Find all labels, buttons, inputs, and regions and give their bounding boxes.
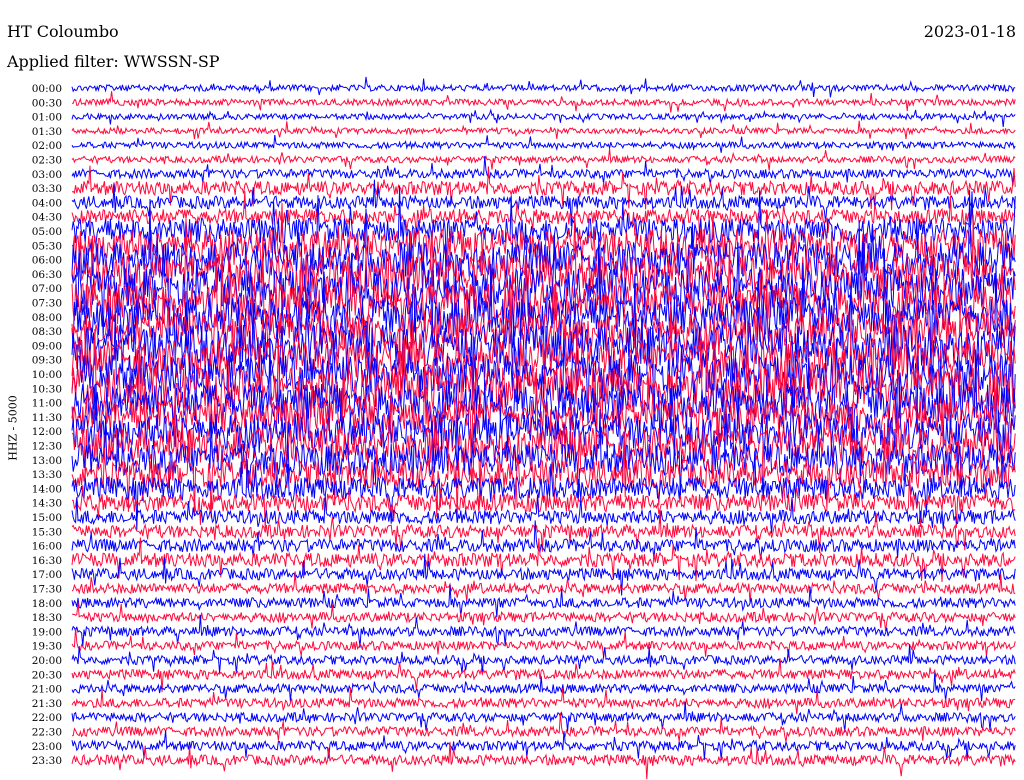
time-label: 12:00 (32, 426, 62, 438)
helicorder-plot: 00:00 00:30 01:00 01:30 02:00 02:30 03:00 03:30… (32, 76, 1016, 780)
time-label: 05:30 (32, 240, 62, 252)
trace-row-2130 (71, 687, 1016, 715)
time-label: 12:30 (32, 441, 62, 453)
trace-row-0000 (71, 76, 1016, 98)
time-label: 16:00 (32, 541, 62, 553)
time-label: 23:30 (32, 755, 62, 767)
time-label: 04:00 (32, 197, 62, 209)
time-label: 09:00 (32, 340, 62, 352)
time-label: 10:30 (32, 383, 62, 395)
trace-row-0100 (71, 108, 1016, 127)
trace-row-0230 (71, 148, 1016, 171)
time-label: 00:30 (32, 97, 62, 109)
time-label: 22:30 (32, 727, 62, 739)
time-label: 14:30 (32, 498, 62, 510)
time-label: 06:30 (32, 269, 62, 281)
time-label: 07:30 (32, 298, 62, 310)
time-label: 21:00 (32, 684, 62, 696)
trace-row-1730 (71, 571, 1016, 604)
time-label: 04:30 (32, 212, 62, 224)
trace-row-0030 (71, 91, 1016, 113)
time-label: 15:30 (32, 526, 62, 538)
time-label: 07:00 (32, 283, 62, 295)
time-label: 13:30 (32, 469, 62, 481)
time-label: 02:00 (32, 140, 62, 152)
time-label: 13:00 (32, 455, 62, 467)
time-label: 15:00 (32, 512, 62, 524)
time-label: 22:00 (32, 712, 62, 724)
time-label: 14:00 (32, 483, 62, 495)
time-label: 19:00 (32, 626, 62, 638)
trace-group (71, 76, 1016, 780)
time-label: 21:30 (32, 698, 62, 710)
time-label: 18:30 (32, 612, 62, 624)
time-label: 11:30 (32, 412, 62, 424)
time-label: 00:00 (32, 83, 62, 95)
time-label: 06:00 (32, 255, 62, 267)
time-label: 10:00 (32, 369, 62, 381)
time-label: 19:30 (32, 641, 62, 653)
time-label: 02:30 (32, 155, 62, 167)
time-label: 03:00 (32, 169, 62, 181)
time-label: 23:00 (32, 741, 62, 753)
time-label: 20:00 (32, 655, 62, 667)
trace-row-1830 (71, 602, 1016, 632)
trace-row-0200 (71, 134, 1016, 153)
time-label: 09:30 (32, 355, 62, 367)
time-label: 20:30 (32, 669, 62, 681)
time-label: 03:30 (32, 183, 62, 195)
time-label: 18:00 (32, 598, 62, 610)
time-label: 11:00 (32, 398, 62, 410)
trace-row-0130 (71, 120, 1016, 140)
time-label: 01:30 (32, 126, 62, 138)
time-label: 08:00 (32, 312, 62, 324)
time-label: 05:00 (32, 226, 62, 238)
time-label: 08:30 (32, 326, 62, 338)
time-label: 17:00 (32, 569, 62, 581)
time-label: 16:30 (32, 555, 62, 567)
time-label-group: 00:00 00:30 01:00 01:30 02:00 02:30 03:00 03:30… (32, 83, 62, 767)
time-label: 01:00 (32, 112, 62, 124)
time-label: 17:30 (32, 584, 62, 596)
